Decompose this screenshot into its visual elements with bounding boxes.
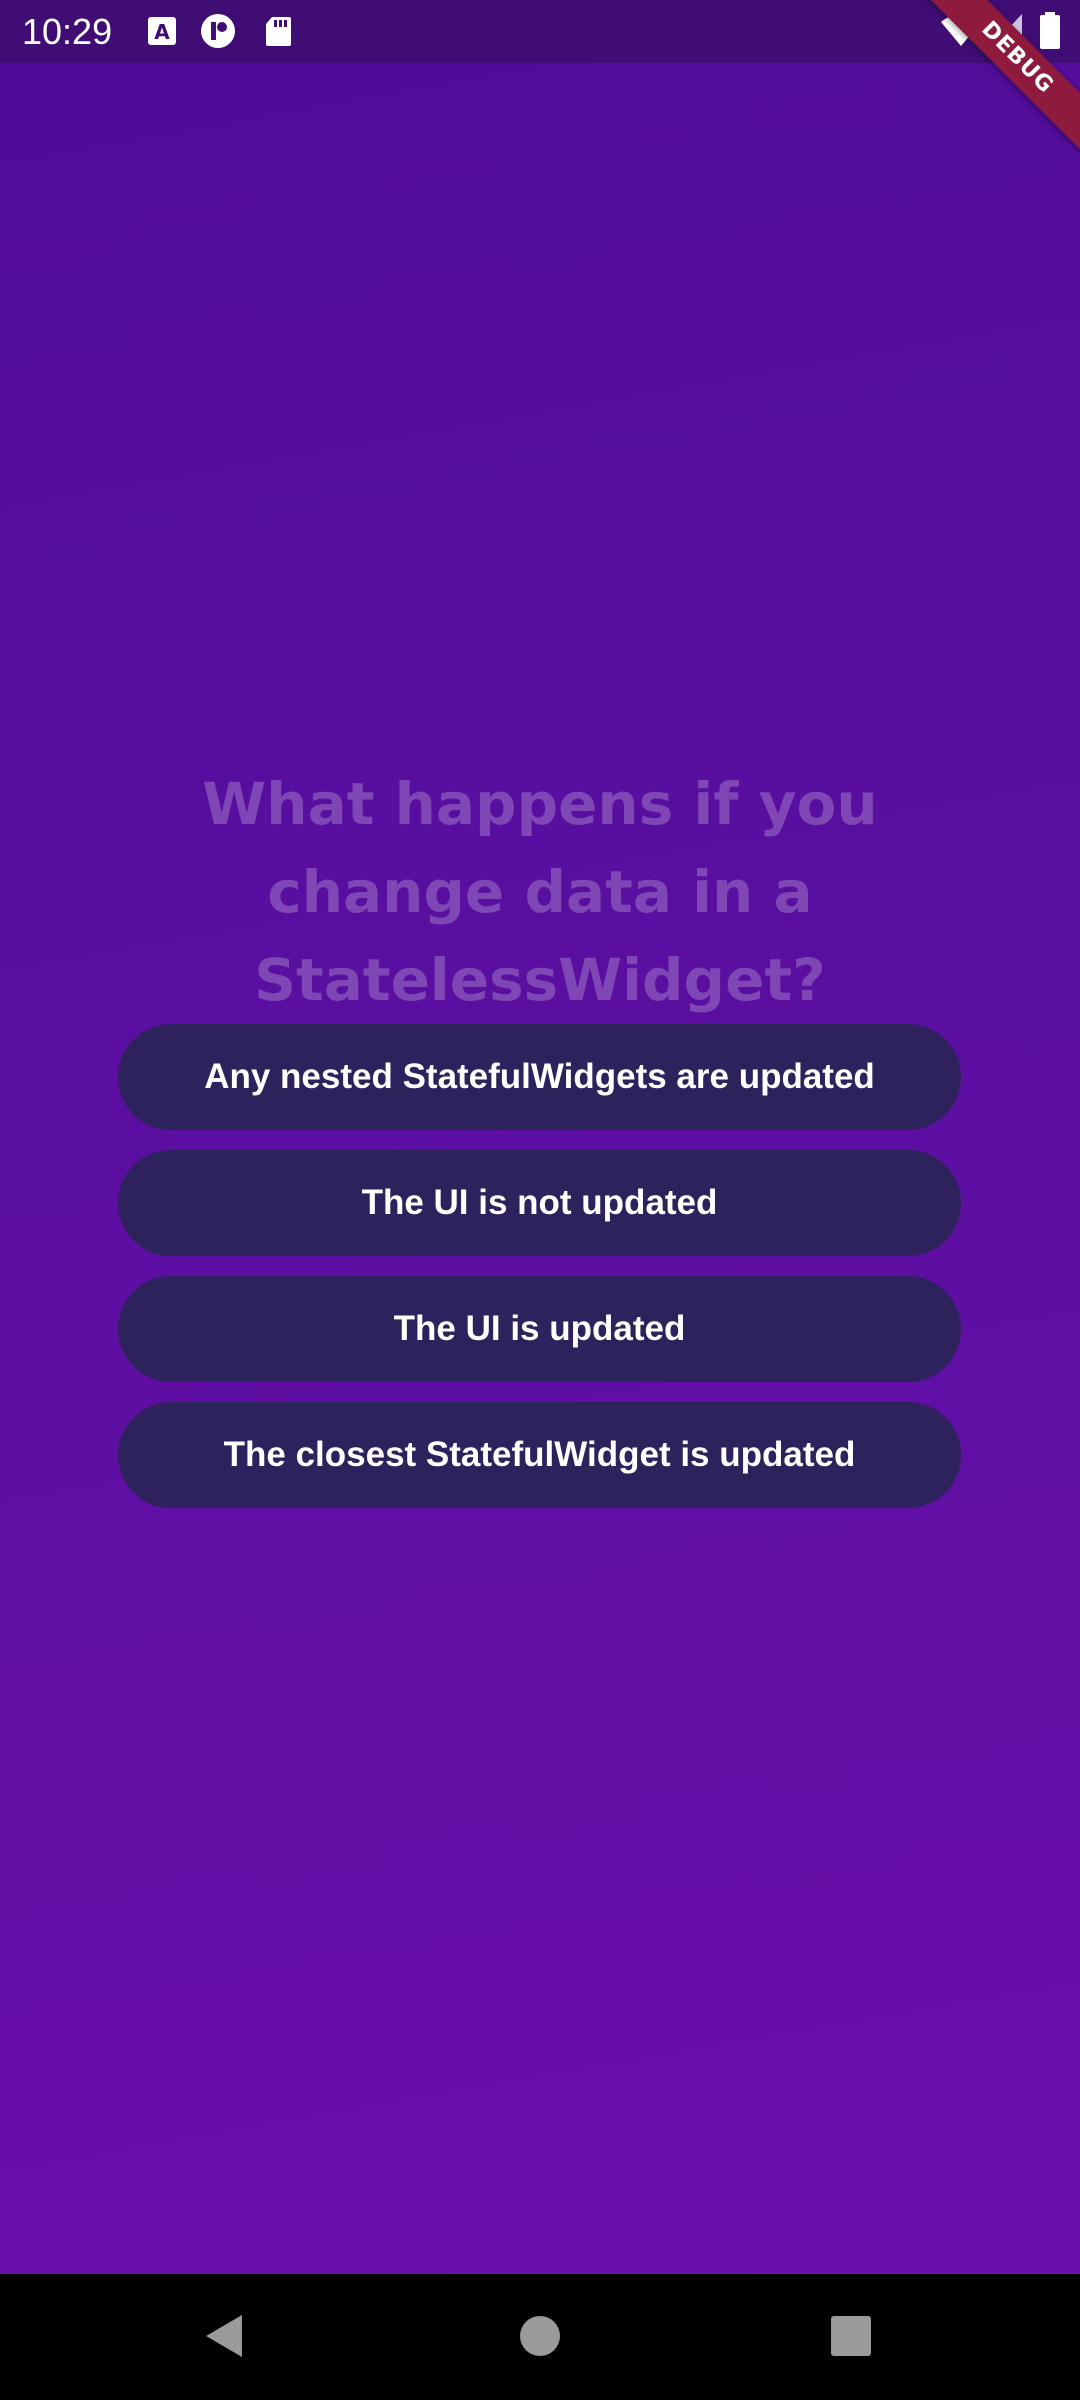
phone-screen: What happens if you change data in a Sta… xyxy=(0,0,1080,2400)
navigation-bar xyxy=(0,2274,1080,2400)
answer-button-3[interactable]: The UI is updated xyxy=(118,1276,961,1382)
a-box-icon: A xyxy=(146,15,178,47)
circle-p-icon xyxy=(200,13,236,49)
battery-icon xyxy=(1038,12,1062,55)
svg-text:A: A xyxy=(154,20,170,44)
quiz-screen: What happens if you change data in a Sta… xyxy=(0,0,1080,2274)
recents-icon[interactable] xyxy=(821,2306,881,2366)
answer-button-2[interactable]: The UI is not updated xyxy=(118,1150,961,1256)
status-time: 10:29 xyxy=(22,11,113,52)
sd-card-icon xyxy=(262,15,294,47)
answer-button-1[interactable]: Any nested StatefulWidgets are updated xyxy=(118,1024,961,1130)
back-icon[interactable] xyxy=(195,2306,255,2366)
status-bar: 10:29 A xyxy=(0,0,1080,63)
answer-list: Any nested StatefulWidgets are updated T… xyxy=(118,1024,961,1528)
home-icon[interactable] xyxy=(510,2306,570,2366)
question-text: What happens if you change data in a Sta… xyxy=(202,770,878,1014)
answer-button-4[interactable]: The closest StatefulWidget is updated xyxy=(118,1402,961,1508)
